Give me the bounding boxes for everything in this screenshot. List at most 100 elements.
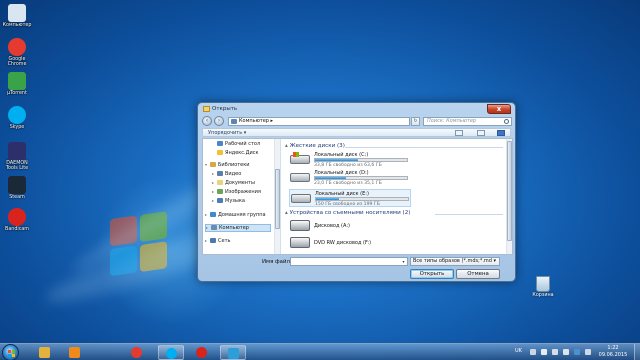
desktop-icon-label: Компьютер — [2, 23, 32, 28]
desktop-icon-label: DAEMON Tools Lite — [5, 161, 29, 172]
clock[interactable]: 1:22 09.06.2015 — [598, 345, 628, 359]
taskbar-app-button[interactable] — [124, 345, 150, 360]
desktop-icon[interactable]: Skype — [0, 106, 34, 130]
removable-device[interactable]: DVD RW дисковод (F:) — [289, 236, 411, 251]
search-input[interactable]: Поиск: Компьютер — [423, 117, 512, 126]
navigation-pane: Рабочий стол Яндекс.Диск ▾ Библиотеки ▸ Видео… — [203, 139, 281, 254]
desktop-icon[interactable]: Steam — [0, 176, 34, 200]
taskbar-app-button[interactable] — [220, 345, 246, 360]
dvd-drive-icon — [290, 237, 310, 248]
desktop-icon-label: Bandicam — [5, 227, 29, 232]
drive-item[interactable]: Локальный диск (E:) 150 ГБ свободно из 19… — [289, 189, 411, 207]
nav-item[interactable]: ▸ Музыка — [212, 198, 245, 204]
start-button[interactable] — [2, 344, 19, 360]
address-row: ‹ › Компьютер ▸ ↻ Поиск: Компьютер — [202, 116, 512, 127]
nav-scrollbar[interactable] — [274, 139, 280, 254]
yandex-disk-icon — [217, 150, 223, 155]
chrome-icon — [131, 347, 142, 358]
help-icon[interactable] — [497, 130, 505, 136]
desktop-icon[interactable]: Компьютер — [0, 4, 34, 28]
dialog-footer: Имя файла: ▾ Все типы образов (*.mds;*.m… — [202, 256, 511, 280]
refresh-button[interactable]: ↻ — [411, 117, 420, 126]
content-scroll-thumb[interactable] — [507, 141, 512, 241]
clock-date: 09.06.2015 — [598, 352, 628, 358]
content-scrollbar[interactable] — [506, 139, 512, 254]
taskbar-app-button[interactable] — [32, 345, 58, 360]
nav-item[interactable]: ▸ Сеть — [205, 238, 230, 244]
dialog-titlebar[interactable]: Открыть x — [198, 103, 515, 115]
tray-app-icon[interactable] — [574, 349, 580, 355]
desktop-folder-icon — [217, 141, 223, 146]
filetype-select[interactable]: Все типы образов (*.mds;*.md ▾ — [410, 257, 500, 266]
hard-disk-icon — [290, 152, 310, 164]
view-options-icon[interactable] — [455, 130, 463, 136]
drive-item[interactable]: Локальный диск (C:) 33,8 ГБ свободно из 6… — [289, 151, 411, 169]
nav-scroll-thumb[interactable] — [275, 169, 280, 229]
language-indicator[interactable]: UK — [515, 348, 522, 354]
desktop-icon[interactable]: µTorrent — [0, 72, 34, 96]
video-icon — [217, 171, 223, 176]
toolbar: Упорядочить ▾ — [202, 128, 511, 137]
forward-button[interactable]: › — [214, 116, 224, 126]
nav-item[interactable]: ▸ Компьютер — [205, 224, 271, 232]
desktop-icon[interactable]: DAEMON Tools Lite — [0, 142, 34, 172]
nav-item[interactable]: Рабочий стол — [212, 141, 260, 147]
windows-logo-icon — [8, 350, 15, 357]
clock-time: 1:22 — [607, 345, 619, 351]
tray-app-icon[interactable] — [585, 349, 591, 355]
desktop-icon[interactable]: Google Chrome — [0, 38, 34, 68]
nav-item-label: Сеть — [218, 238, 231, 244]
taskbar: UK 1:22 09.06.2015 — [0, 343, 640, 360]
organize-button[interactable]: Упорядочить ▾ — [208, 130, 246, 136]
network-icon[interactable] — [552, 349, 558, 355]
show-desktop-button[interactable] — [634, 344, 640, 360]
preview-pane-icon[interactable] — [477, 130, 485, 136]
group-header-removable[interactable]: ▴ Устройства со съемными носителями (2) — [285, 210, 410, 216]
hard-disk-icon — [291, 194, 311, 203]
group-header-hard-disks[interactable]: ▴ Жесткие диски (3) — [285, 143, 345, 149]
action-center-icon[interactable] — [541, 349, 547, 355]
drive-usage-bar — [314, 176, 408, 180]
desktop-icon-label: µTorrent — [7, 91, 27, 96]
search-icon — [504, 119, 509, 124]
search-placeholder: Поиск: Компьютер — [427, 118, 477, 124]
filename-input[interactable]: ▾ — [290, 257, 408, 266]
documents-icon — [217, 180, 223, 185]
recycle-bin[interactable]: Корзина — [528, 276, 558, 298]
address-path: Компьютер ▸ — [239, 118, 274, 124]
chevron-down-icon[interactable]: ▾ — [400, 258, 407, 265]
network-icon — [210, 238, 216, 243]
windows-logo-icon — [293, 152, 299, 157]
recycle-bin-label: Корзина — [532, 293, 554, 298]
back-button[interactable]: ‹ — [202, 116, 212, 126]
close-button[interactable]: x — [487, 104, 511, 114]
desktop-icon-label: Steam — [9, 195, 25, 200]
cancel-button[interactable]: Отмена — [456, 269, 500, 279]
taskbar-app-button[interactable] — [158, 345, 184, 360]
nav-item[interactable]: ▸ Документы — [212, 180, 255, 186]
open-file-dialog: Открыть x ‹ › Компьютер ▸ ↻ Поиск: Компь… — [197, 102, 516, 282]
removable-device[interactable]: Дисковод (A:) — [289, 219, 411, 234]
drive-item[interactable]: Локальный диск (D:) 23,0 ГБ свободно из 3… — [289, 169, 411, 187]
libraries-icon — [210, 162, 216, 167]
file-list: ▴ Жесткие диски (3) Локальный диск (C:) 3… — [283, 139, 505, 254]
drive-usage-bar — [315, 197, 409, 201]
desktop-icon-label: Skype — [9, 125, 25, 130]
taskbar-app-button[interactable] — [189, 345, 215, 360]
music-icon — [217, 198, 223, 203]
nav-item[interactable]: ▸ Видео — [212, 171, 241, 177]
device-name: Дисковод (A:) — [314, 223, 350, 229]
volume-icon[interactable] — [563, 349, 569, 355]
nav-item-label: Компьютер — [219, 225, 249, 231]
address-bar[interactable]: Компьютер ▸ — [228, 117, 410, 126]
open-button[interactable]: Открыть — [410, 269, 454, 279]
nav-item[interactable]: Яндекс.Диск — [212, 150, 259, 156]
nav-item[interactable]: ▾ Библиотеки — [205, 162, 250, 168]
show-hidden-icons-icon[interactable] — [530, 349, 536, 355]
drive-free-space: 23,0 ГБ свободно из 35,1 ГБ — [314, 181, 382, 186]
desktop-icon[interactable]: Bandicam — [0, 208, 34, 232]
nav-item-label: Видео — [225, 171, 242, 177]
taskbar-app-button[interactable] — [62, 345, 88, 360]
nav-item[interactable]: ▸ Домашняя группа — [205, 212, 266, 218]
nav-item[interactable]: ▸ Изображения — [212, 189, 261, 195]
